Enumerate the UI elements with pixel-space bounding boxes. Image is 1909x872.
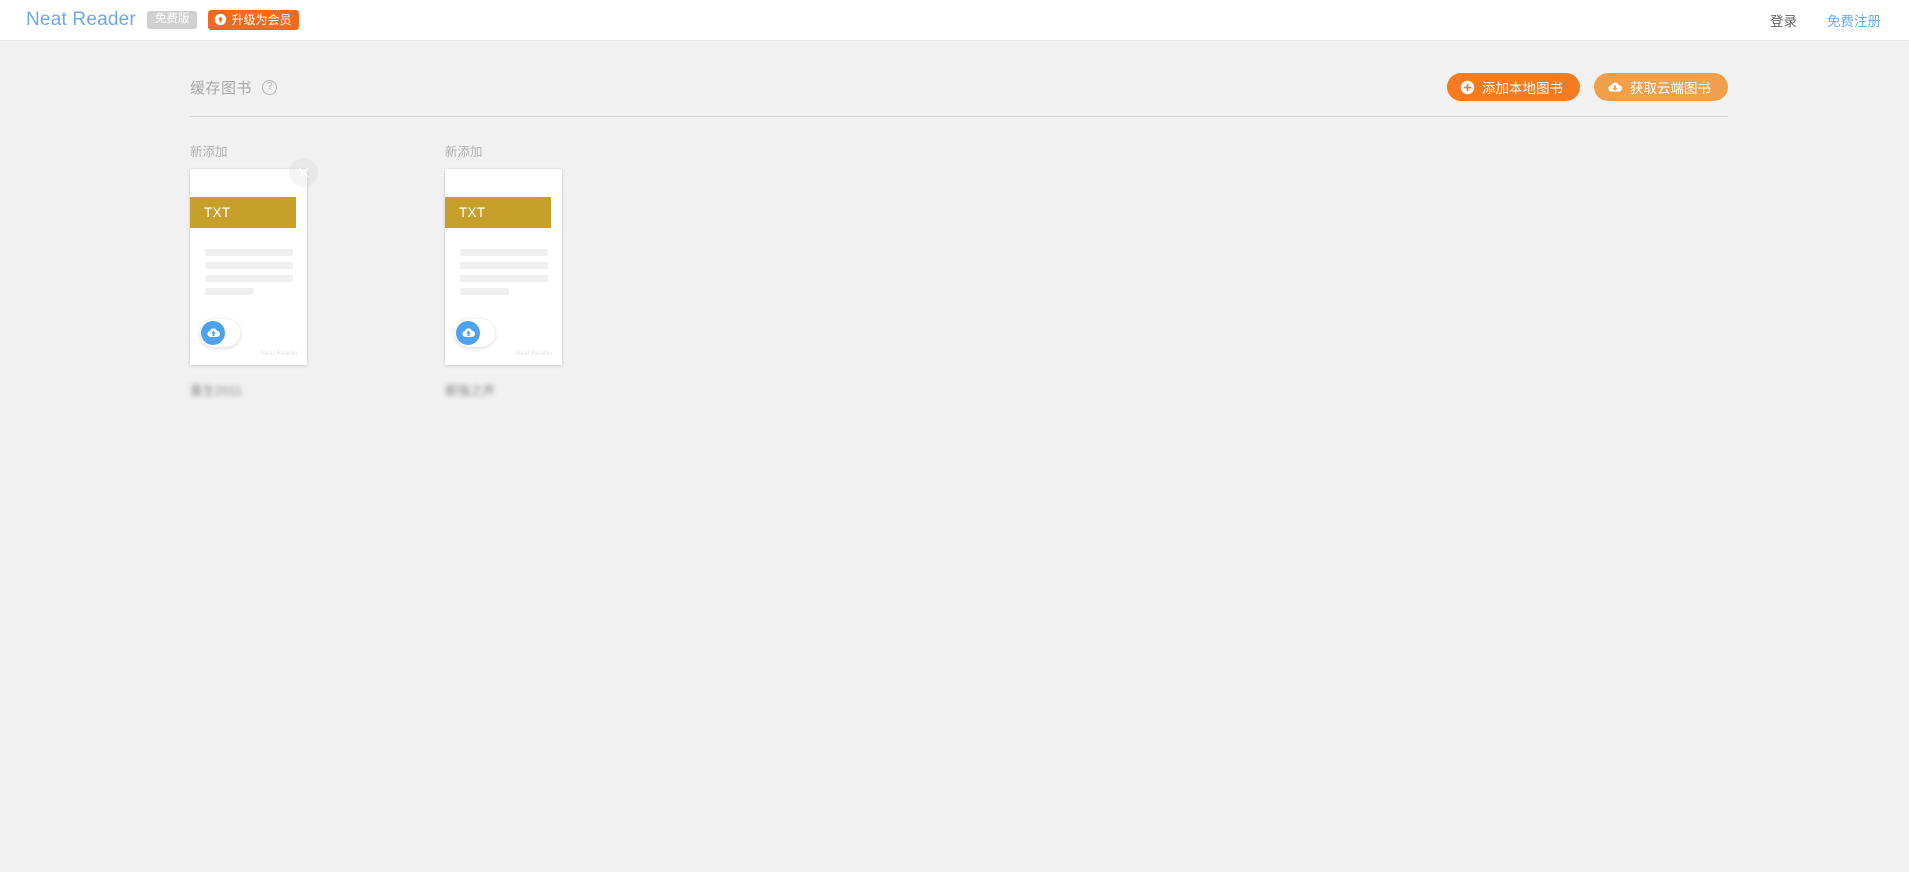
preview-line bbox=[205, 288, 255, 295]
card-watermark: Neat Reader bbox=[515, 351, 553, 357]
register-link[interactable]: 免费注册 bbox=[1827, 10, 1881, 30]
book-preview-lines bbox=[460, 249, 548, 301]
plus-circle-icon bbox=[1460, 80, 1475, 94]
book-slot: 新添加 TXT bbox=[445, 141, 562, 399]
preview-line bbox=[460, 262, 548, 269]
cloud-upload-icon bbox=[456, 321, 480, 345]
add-local-book-label: 添加本地图书 bbox=[1482, 81, 1563, 96]
book-card[interactable]: TXT Neat Reader bbox=[445, 169, 562, 365]
book-status-label: 新添加 bbox=[445, 145, 483, 159]
preview-line bbox=[460, 249, 548, 256]
page-title: 缓存图书 bbox=[190, 79, 253, 97]
book-format-label: TXT bbox=[459, 205, 486, 220]
login-link[interactable]: 登录 bbox=[1770, 10, 1797, 30]
preview-line bbox=[205, 262, 293, 269]
arrow-up-circle-icon bbox=[215, 13, 227, 26]
upload-to-cloud-button[interactable] bbox=[455, 319, 495, 347]
book-status-label: 新添加 bbox=[190, 145, 228, 159]
help-icon[interactable]: ? bbox=[262, 79, 278, 95]
book-format-band: TXT bbox=[445, 197, 551, 228]
top-navigation-bar: Neat Reader 免费版 升级为会员 登录 免费注册 bbox=[0, 0, 1909, 41]
cloud-download-icon bbox=[1608, 82, 1622, 92]
section-divider bbox=[190, 116, 1728, 117]
preview-line bbox=[460, 275, 548, 282]
main-content: 缓存图书 ? 添加本地图书 获取云端图书 新添加 TXT Neat Reader… bbox=[0, 41, 1909, 399]
get-cloud-book-label: 获取云端图书 bbox=[1630, 81, 1711, 96]
upload-to-cloud-button[interactable] bbox=[200, 319, 240, 347]
free-plan-badge: 免费版 bbox=[146, 10, 198, 30]
book-shelf: 新添加 TXT Neat Reader 重生2011 新添加 TXT Neat … bbox=[190, 141, 1728, 399]
book-preview-lines bbox=[205, 249, 293, 301]
preview-line bbox=[205, 249, 293, 256]
brand-logo[interactable]: Neat Reader bbox=[26, 9, 136, 31]
book-format-band: TXT bbox=[190, 197, 296, 228]
get-cloud-book-button[interactable]: 获取云端图书 bbox=[1594, 73, 1728, 101]
book-title: 重生2011 bbox=[190, 384, 242, 398]
book-format-label: TXT bbox=[204, 205, 231, 220]
brand-group: Neat Reader 免费版 升级为会员 bbox=[26, 9, 300, 31]
preview-line bbox=[460, 288, 510, 295]
add-local-book-button[interactable]: 添加本地图书 bbox=[1447, 73, 1580, 101]
book-card[interactable]: TXT Neat Reader bbox=[190, 169, 307, 365]
section-header: 缓存图书 ? 添加本地图书 获取云端图书 bbox=[190, 70, 1728, 104]
book-slot: 新添加 TXT bbox=[190, 141, 318, 399]
upgrade-membership-button[interactable]: 升级为会员 bbox=[208, 10, 300, 30]
upgrade-membership-label: 升级为会员 bbox=[231, 12, 292, 27]
header-actions: 添加本地图书 获取云端图书 bbox=[1447, 73, 1728, 101]
nav-right-group: 登录 免费注册 bbox=[1770, 10, 1881, 30]
preview-line bbox=[205, 275, 293, 282]
book-card-wrapper: TXT Neat Reader bbox=[445, 169, 562, 365]
card-watermark: Neat Reader bbox=[260, 351, 298, 357]
close-icon bbox=[299, 168, 308, 177]
cloud-upload-icon bbox=[201, 321, 225, 345]
book-card-wrapper: TXT Neat Reader bbox=[190, 158, 318, 365]
book-title: 都强之声 bbox=[445, 384, 496, 398]
remove-book-button[interactable] bbox=[289, 158, 318, 187]
